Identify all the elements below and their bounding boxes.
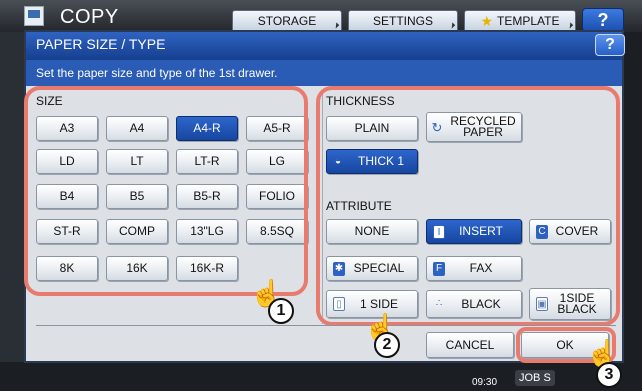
job-status-button[interactable]: JOB S xyxy=(515,370,555,386)
size-highlight xyxy=(24,86,308,296)
app-header: COPY STORAGE SETTINGS ★ TEMPLATE ? xyxy=(0,0,642,32)
caret-icon xyxy=(566,22,574,29)
template-button[interactable]: ★ TEMPLATE xyxy=(464,10,576,32)
settings-label: SETTINGS xyxy=(372,14,433,28)
storage-button[interactable]: STORAGE xyxy=(232,10,342,32)
footer-divider xyxy=(36,325,616,326)
caret-icon xyxy=(448,22,456,29)
background-panel xyxy=(0,32,24,362)
instruction-text: Set the paper size and type of the 1st d… xyxy=(26,60,622,86)
settings-button[interactable]: SETTINGS xyxy=(348,10,458,32)
copy-icon xyxy=(24,6,44,26)
caret-icon xyxy=(332,22,340,29)
clock: 09:30 xyxy=(472,377,498,388)
storage-label: STORAGE xyxy=(257,14,317,28)
template-label: TEMPLATE xyxy=(497,14,560,28)
paper-size-type-dialog: PAPER SIZE / TYPE ? Set the paper size a… xyxy=(24,30,625,363)
help-button[interactable]: ? xyxy=(595,34,625,56)
step-3-badge: 3 xyxy=(596,362,622,388)
app-help-button[interactable]: ? xyxy=(582,8,624,32)
thickness-attribute-highlight xyxy=(316,86,620,326)
dialog-title: PAPER SIZE / TYPE xyxy=(26,32,622,60)
step-2-badge: 2 xyxy=(374,332,400,358)
scroll-strip xyxy=(624,32,642,391)
step-1-badge: 1 xyxy=(268,298,294,324)
cancel-button[interactable]: CANCEL xyxy=(426,332,514,358)
star-icon: ★ xyxy=(480,12,494,29)
app-title: COPY xyxy=(60,6,119,28)
